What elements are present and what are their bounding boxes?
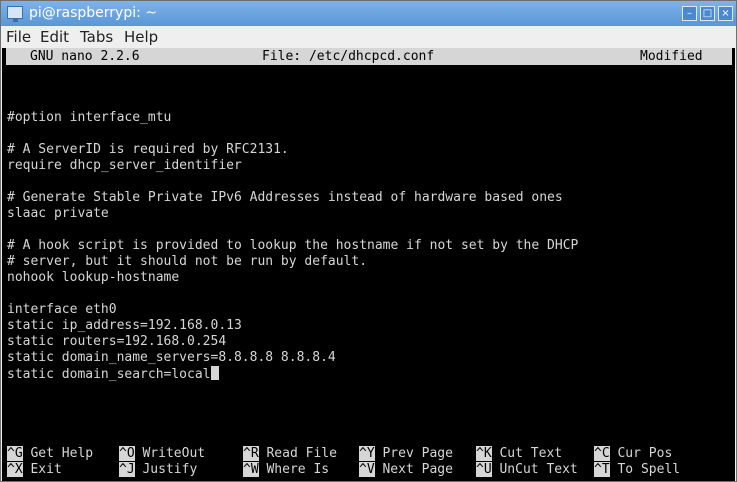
window-title: pi@raspberrypi: ~ <box>29 5 158 21</box>
menu-file[interactable]: File <box>6 26 31 48</box>
nano-version: GNU nano 2.2.6 <box>30 49 140 64</box>
file-line: slaac private <box>7 206 109 221</box>
shortcut-key: ^G <box>7 446 23 461</box>
nano-header: GNU nano 2.2.6 File: /etc/dhcpcd.conf Mo… <box>6 48 732 65</box>
shortcut-label: Get Help <box>22 446 94 461</box>
file-line: static routers=192.168.0.254 <box>7 334 227 349</box>
shortcut-key: ^Y <box>359 446 375 461</box>
nano-filename: File: /etc/dhcpcd.conf <box>262 49 435 64</box>
shortcut-prev-page[interactable]: ^Y Prev Page <box>359 446 453 462</box>
shortcut-key: ^C <box>594 446 610 461</box>
terminal-area[interactable]: GNU nano 2.2.6 File: /etc/dhcpcd.conf Mo… <box>2 48 735 481</box>
shortcut-label: Exit <box>22 462 62 477</box>
minimize-button[interactable]: – <box>682 6 697 21</box>
shortcut-get-help[interactable]: ^G Get Help <box>7 446 93 462</box>
file-line: static ip_address=192.168.0.13 <box>7 318 242 333</box>
shortcut-writeout[interactable]: ^O WriteOut <box>119 446 205 462</box>
file-line: # A ServerID is required by RFC2131. <box>7 142 289 157</box>
shortcut-to-spell[interactable]: ^T To Spell <box>594 462 680 478</box>
shortcut-next-page[interactable]: ^V Next Page <box>359 462 453 478</box>
maximize-button[interactable]: □ <box>700 6 715 21</box>
shortcut-key: ^U <box>476 462 492 477</box>
menu-bar: File Edit Tabs Help <box>1 26 736 48</box>
file-line: # server, but it should not be run by de… <box>7 254 368 269</box>
shortcut-label: WriteOut <box>134 446 206 461</box>
menu-help[interactable]: Help <box>124 26 158 48</box>
file-line: # A hook script is provided to lookup th… <box>7 238 579 253</box>
shortcut-key: ^O <box>119 446 135 461</box>
shortcut-label: Read File <box>258 446 337 461</box>
file-line: require dhcp_server_identifier <box>7 158 242 173</box>
terminal-window: pi@raspberrypi: ~ – □ × File Edit Tabs H… <box>0 0 737 482</box>
file-line: # Generate Stable Private IPv6 Addresses… <box>7 190 563 205</box>
file-line: interface eth0 <box>7 302 117 317</box>
shortcut-cut-text[interactable]: ^K Cut Text <box>476 446 562 462</box>
file-line-cursor: static domain_search=local <box>7 366 219 382</box>
shortcut-key: ^K <box>476 446 492 461</box>
shortcut-key: ^J <box>119 462 135 477</box>
menu-edit[interactable]: Edit <box>40 26 69 48</box>
file-line: nohook lookup-hostname <box>7 270 180 285</box>
shortcut-read-file[interactable]: ^R Read File <box>243 446 337 462</box>
nano-status: Modified <box>640 49 703 64</box>
shortcut-label: Prev Page <box>374 446 453 461</box>
shortcut-label: Cur Pos <box>609 446 673 461</box>
shortcut-label: Cut Text <box>491 446 563 461</box>
shortcut-label: To Spell <box>609 462 681 477</box>
title-bar[interactable]: pi@raspberrypi: ~ – □ × <box>1 1 736 26</box>
shortcut-justify[interactable]: ^J Justify <box>119 462 197 478</box>
shortcut-key: ^W <box>243 462 259 477</box>
file-line: #option interface_mtu <box>7 110 172 125</box>
shortcut-label: Justify <box>134 462 198 477</box>
shortcut-label: UnCut Text <box>491 462 578 477</box>
shortcut-key: ^T <box>594 462 610 477</box>
file-line-text: static domain_search=local <box>7 367 211 382</box>
shortcut-key: ^R <box>243 446 259 461</box>
shortcut-uncut-text[interactable]: ^U UnCut Text <box>476 462 578 478</box>
shortcut-where-is[interactable]: ^W Where Is <box>243 462 329 478</box>
shortcut-key: ^V <box>359 462 375 477</box>
file-line: static domain_name_servers=8.8.8.8 8.8.8… <box>7 350 336 365</box>
text-cursor <box>210 366 219 380</box>
terminal-icon <box>7 6 23 22</box>
shortcut-label: Next Page <box>374 462 453 477</box>
shortcut-key: ^X <box>7 462 23 477</box>
close-button[interactable]: × <box>718 6 733 21</box>
shortcut-exit[interactable]: ^X Exit <box>7 462 62 478</box>
shortcut-label: Where Is <box>258 462 330 477</box>
shortcut-cur-pos[interactable]: ^C Cur Pos <box>594 446 672 462</box>
menu-tabs[interactable]: Tabs <box>80 26 113 48</box>
